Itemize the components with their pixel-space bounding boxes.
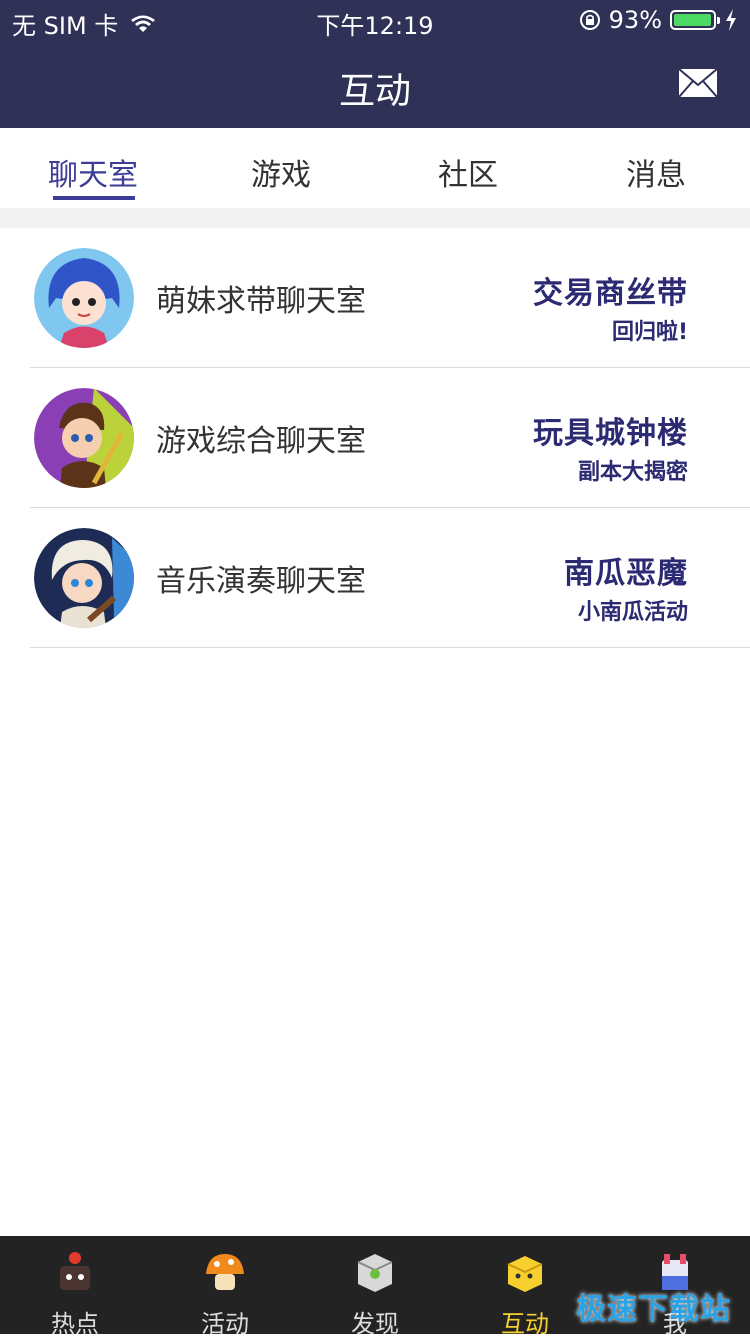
avatar (34, 248, 134, 348)
chatroom-promo: 玩具城钟楼 副本大揭密 (533, 408, 688, 486)
nav-item-activity[interactable]: 活动 (150, 1236, 300, 1338)
tab-games[interactable]: 游戏 (221, 150, 341, 194)
mail-icon[interactable] (678, 68, 718, 98)
promo-subtitle: 小南瓜活动 (577, 600, 688, 625)
mushroom-icon (206, 1254, 244, 1290)
promo-subtitle: 回归啦! (611, 320, 688, 345)
interact-icon (507, 1256, 543, 1292)
watermark: 极速下载站 (576, 1292, 731, 1327)
top-bar: 无 SIM 卡 下午12:19 93% 互动 (0, 0, 750, 128)
chatroom-promo: 南瓜恶魔 小南瓜活动 (564, 548, 688, 626)
avatar (34, 528, 134, 628)
promo-title: 交易商丝带 (533, 276, 688, 311)
rotation-lock-icon (579, 10, 600, 30)
tab-community[interactable]: 社区 (408, 150, 528, 194)
tab-chatroom[interactable]: 聊天室 (33, 150, 153, 194)
chatroom-promo: 交易商丝带 回归啦! (533, 268, 688, 346)
status-bar: 无 SIM 卡 下午12:19 93% (0, 0, 750, 40)
discover-box-icon (357, 1254, 393, 1292)
charging-icon (726, 9, 736, 31)
nav-item-hotspot[interactable]: 热点 (0, 1236, 150, 1338)
battery-percent: 93% (608, 6, 662, 34)
active-tab-indicator (53, 196, 135, 200)
section-divider (0, 208, 750, 228)
chatroom-row[interactable]: 萌妹求带聊天室 交易商丝带 回归啦! (30, 228, 750, 368)
tab-messages[interactable]: 消息 (596, 150, 716, 194)
chatroom-name: 音乐演奏聊天室 (156, 564, 366, 599)
hotspot-icon (60, 1252, 90, 1290)
chatroom-name: 游戏综合聊天室 (156, 424, 366, 459)
chatroom-name: 萌妹求带聊天室 (156, 284, 366, 319)
promo-subtitle: 副本大揭密 (577, 460, 688, 485)
chatroom-row[interactable]: 音乐演奏聊天室 南瓜恶魔 小南瓜活动 (30, 508, 750, 648)
chatroom-row[interactable]: 游戏综合聊天室 玩具城钟楼 副本大揭密 (30, 368, 750, 508)
avatar (34, 388, 134, 488)
promo-title: 南瓜恶魔 (564, 556, 688, 591)
promo-title: 玩具城钟楼 (533, 416, 688, 451)
page-title: 互动 (338, 71, 411, 112)
battery-icon (670, 10, 720, 30)
nav-item-discover[interactable]: 发现 (300, 1236, 450, 1338)
